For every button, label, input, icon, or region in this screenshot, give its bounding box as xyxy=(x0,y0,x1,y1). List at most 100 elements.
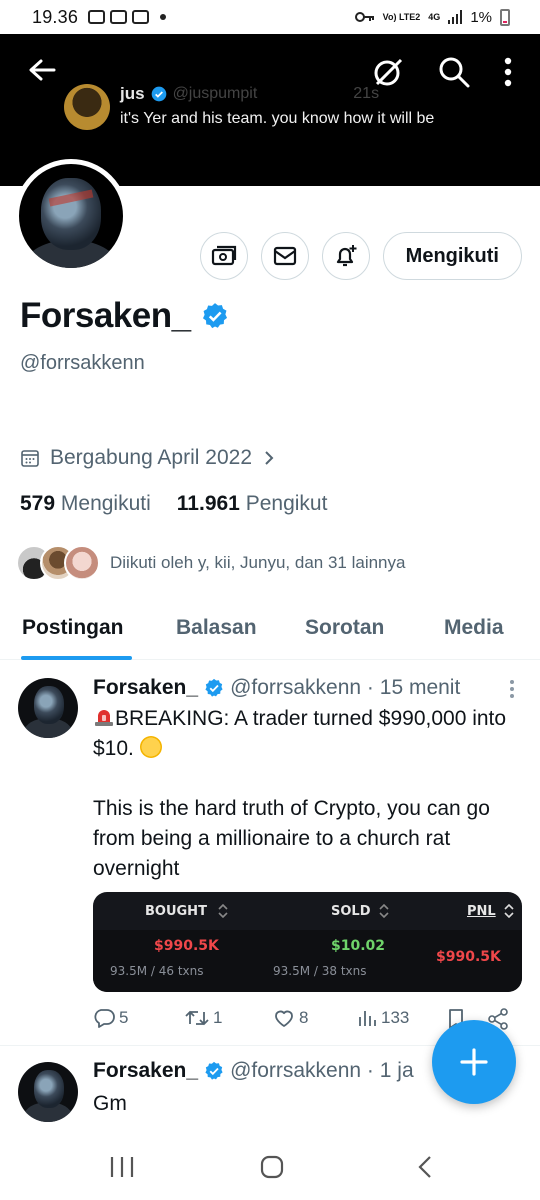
following-count-link[interactable]: 579 Mengikuti xyxy=(20,492,151,516)
banner-preview-text: it's Yer and his team. you know how it w… xyxy=(120,110,435,127)
followed-by[interactable]: Diikuti oleh y, kii, Junyu, dan 31 lainn… xyxy=(16,545,405,581)
repost-button[interactable]: 1 xyxy=(185,1008,222,1028)
bought-sub: 93.5M / 46 txns xyxy=(110,964,204,978)
tweet[interactable]: Forsaken_ @forrsakkenn · 15 menit BREAKI… xyxy=(0,662,540,1046)
followers-label: Pengikut xyxy=(245,492,328,515)
pnl-card-image[interactable]: BOUGHT SOLD PNL $990.5K 93.5M / 46 txns … xyxy=(93,892,522,992)
envelope-icon xyxy=(273,246,296,266)
notifications-button[interactable] xyxy=(321,232,370,280)
followers-avatars xyxy=(16,545,100,581)
following-count: 579 xyxy=(20,492,56,515)
notification-icons xyxy=(88,10,167,24)
gallery-icon xyxy=(88,10,106,24)
message-button[interactable] xyxy=(260,232,309,280)
profile-actions: Mengikuti xyxy=(199,232,522,280)
profile-handle: @forrsakkenn xyxy=(20,352,145,374)
subscribe-button[interactable] xyxy=(199,232,248,280)
bought-header: BOUGHT xyxy=(145,904,207,919)
tab-postingan[interactable]: Postingan xyxy=(22,616,124,640)
siren-icon xyxy=(95,710,113,726)
sort-icon xyxy=(218,904,228,918)
verified-badge-icon xyxy=(205,678,223,697)
header-actions xyxy=(372,56,512,88)
battery-percent: 1% xyxy=(470,8,492,26)
repost-icon xyxy=(185,1010,209,1026)
reply-icon xyxy=(94,1009,115,1028)
gamepad-icon xyxy=(132,10,150,24)
followed-by-text: Diikuti oleh y, kii, Junyu, dan 31 lainn… xyxy=(110,553,406,572)
pnl-value: $990.5K xyxy=(436,949,501,965)
joined-label: Bergabung April 2022 xyxy=(50,446,252,469)
grok-icon[interactable] xyxy=(372,56,404,88)
signal-icon xyxy=(448,10,463,24)
sort-icon xyxy=(379,904,389,918)
battery-icon xyxy=(500,8,510,26)
followers-count-link[interactable]: 11.961 Pengikut xyxy=(177,492,328,516)
tweet-header: Forsaken_ @forrsakkenn · 15 menit xyxy=(93,676,460,700)
display-name: Forsaken_ xyxy=(20,296,191,335)
banner-tweet-preview: jus @juspumpit 21s it's Yer and his team… xyxy=(64,84,434,130)
sold-sub: 93.5M / 38 txns xyxy=(273,964,367,978)
reply-button[interactable]: 5 xyxy=(93,1008,128,1028)
tweet-avatar[interactable] xyxy=(18,678,78,738)
views-count: 133 xyxy=(381,1008,410,1027)
compose-post-button[interactable] xyxy=(432,1020,516,1104)
active-tab-indicator xyxy=(21,656,132,660)
search-icon[interactable] xyxy=(438,56,470,88)
back-icon[interactable] xyxy=(412,1154,440,1180)
like-count: 8 xyxy=(299,1008,309,1027)
tweet-author-name[interactable]: Forsaken_ xyxy=(93,1059,198,1083)
reply-count: 5 xyxy=(119,1008,129,1027)
tweet-text: BREAKING: A trader turned $990,000 into … xyxy=(93,704,523,914)
sold-value: $10.02 xyxy=(331,938,386,954)
views-icon xyxy=(359,1011,376,1026)
system-nav-bar xyxy=(0,1140,540,1200)
chevron-right-icon xyxy=(265,451,274,465)
calendar-icon xyxy=(21,450,39,467)
joined-date[interactable]: Bergabung April 2022 xyxy=(20,446,276,470)
recent-apps-icon[interactable] xyxy=(108,1154,136,1180)
key-icon xyxy=(354,12,374,22)
flushed-face-icon xyxy=(139,736,162,758)
tab-sorotan[interactable]: Sorotan xyxy=(305,616,384,640)
verified-badge-icon[interactable] xyxy=(201,302,229,330)
banner-preview-avatar xyxy=(64,84,110,130)
money-icon xyxy=(211,245,236,266)
status-bar: 19.36 Vo) LTE2 4G 1% xyxy=(0,0,540,34)
tab-media[interactable]: Media xyxy=(444,616,504,640)
pnl-card-header: BOUGHT SOLD PNL xyxy=(93,892,522,930)
follow-counts: 579 Mengikuti 11.961 Pengikut xyxy=(20,492,327,516)
heart-icon xyxy=(275,1010,293,1027)
sold-header: SOLD xyxy=(331,904,371,919)
tweet-header: Forsaken_ @forrsakkenn · 1 ja xyxy=(93,1059,414,1083)
status-right: Vo) LTE2 4G 1% xyxy=(354,8,510,26)
more-vertical-icon[interactable] xyxy=(504,56,512,88)
tweet-meta: @forrsakkenn · 15 menit xyxy=(230,676,461,699)
bell-plus-icon xyxy=(336,245,357,267)
tweet-avatar[interactable] xyxy=(18,1062,78,1122)
avatar xyxy=(64,545,100,581)
verified-badge-icon xyxy=(205,1061,223,1080)
plus-icon xyxy=(460,1048,488,1076)
views-button[interactable]: 133 xyxy=(357,1008,409,1028)
network-label: Vo) LTE2 xyxy=(382,11,421,22)
back-arrow-icon[interactable] xyxy=(28,58,56,82)
pnl-row: $990.5K 93.5M / 46 txns $10.02 93.5M / 3… xyxy=(93,930,522,992)
profile-avatar[interactable] xyxy=(14,159,128,273)
tweet-more-icon[interactable] xyxy=(510,680,514,698)
profile-name-row: Forsaken_ xyxy=(20,296,229,336)
bought-value: $990.5K xyxy=(154,938,219,954)
sort-icon xyxy=(504,904,514,918)
following-label: Mengikuti xyxy=(60,492,151,515)
following-button[interactable]: Mengikuti xyxy=(382,232,522,280)
network-type: 4G xyxy=(428,11,441,22)
more-notifications-icon xyxy=(160,14,167,20)
verified-badge-icon xyxy=(151,86,166,102)
pnl-header: PNL xyxy=(467,904,496,919)
tweet-author-name[interactable]: Forsaken_ xyxy=(93,676,198,700)
tweet-meta: @forrsakkenn · 1 ja xyxy=(230,1059,414,1082)
like-button[interactable]: 8 xyxy=(273,1008,308,1028)
home-icon[interactable] xyxy=(258,1154,286,1180)
tab-balasan[interactable]: Balasan xyxy=(176,616,257,640)
profile-tabs: Postingan Balasan Sorotan Media xyxy=(0,598,540,660)
